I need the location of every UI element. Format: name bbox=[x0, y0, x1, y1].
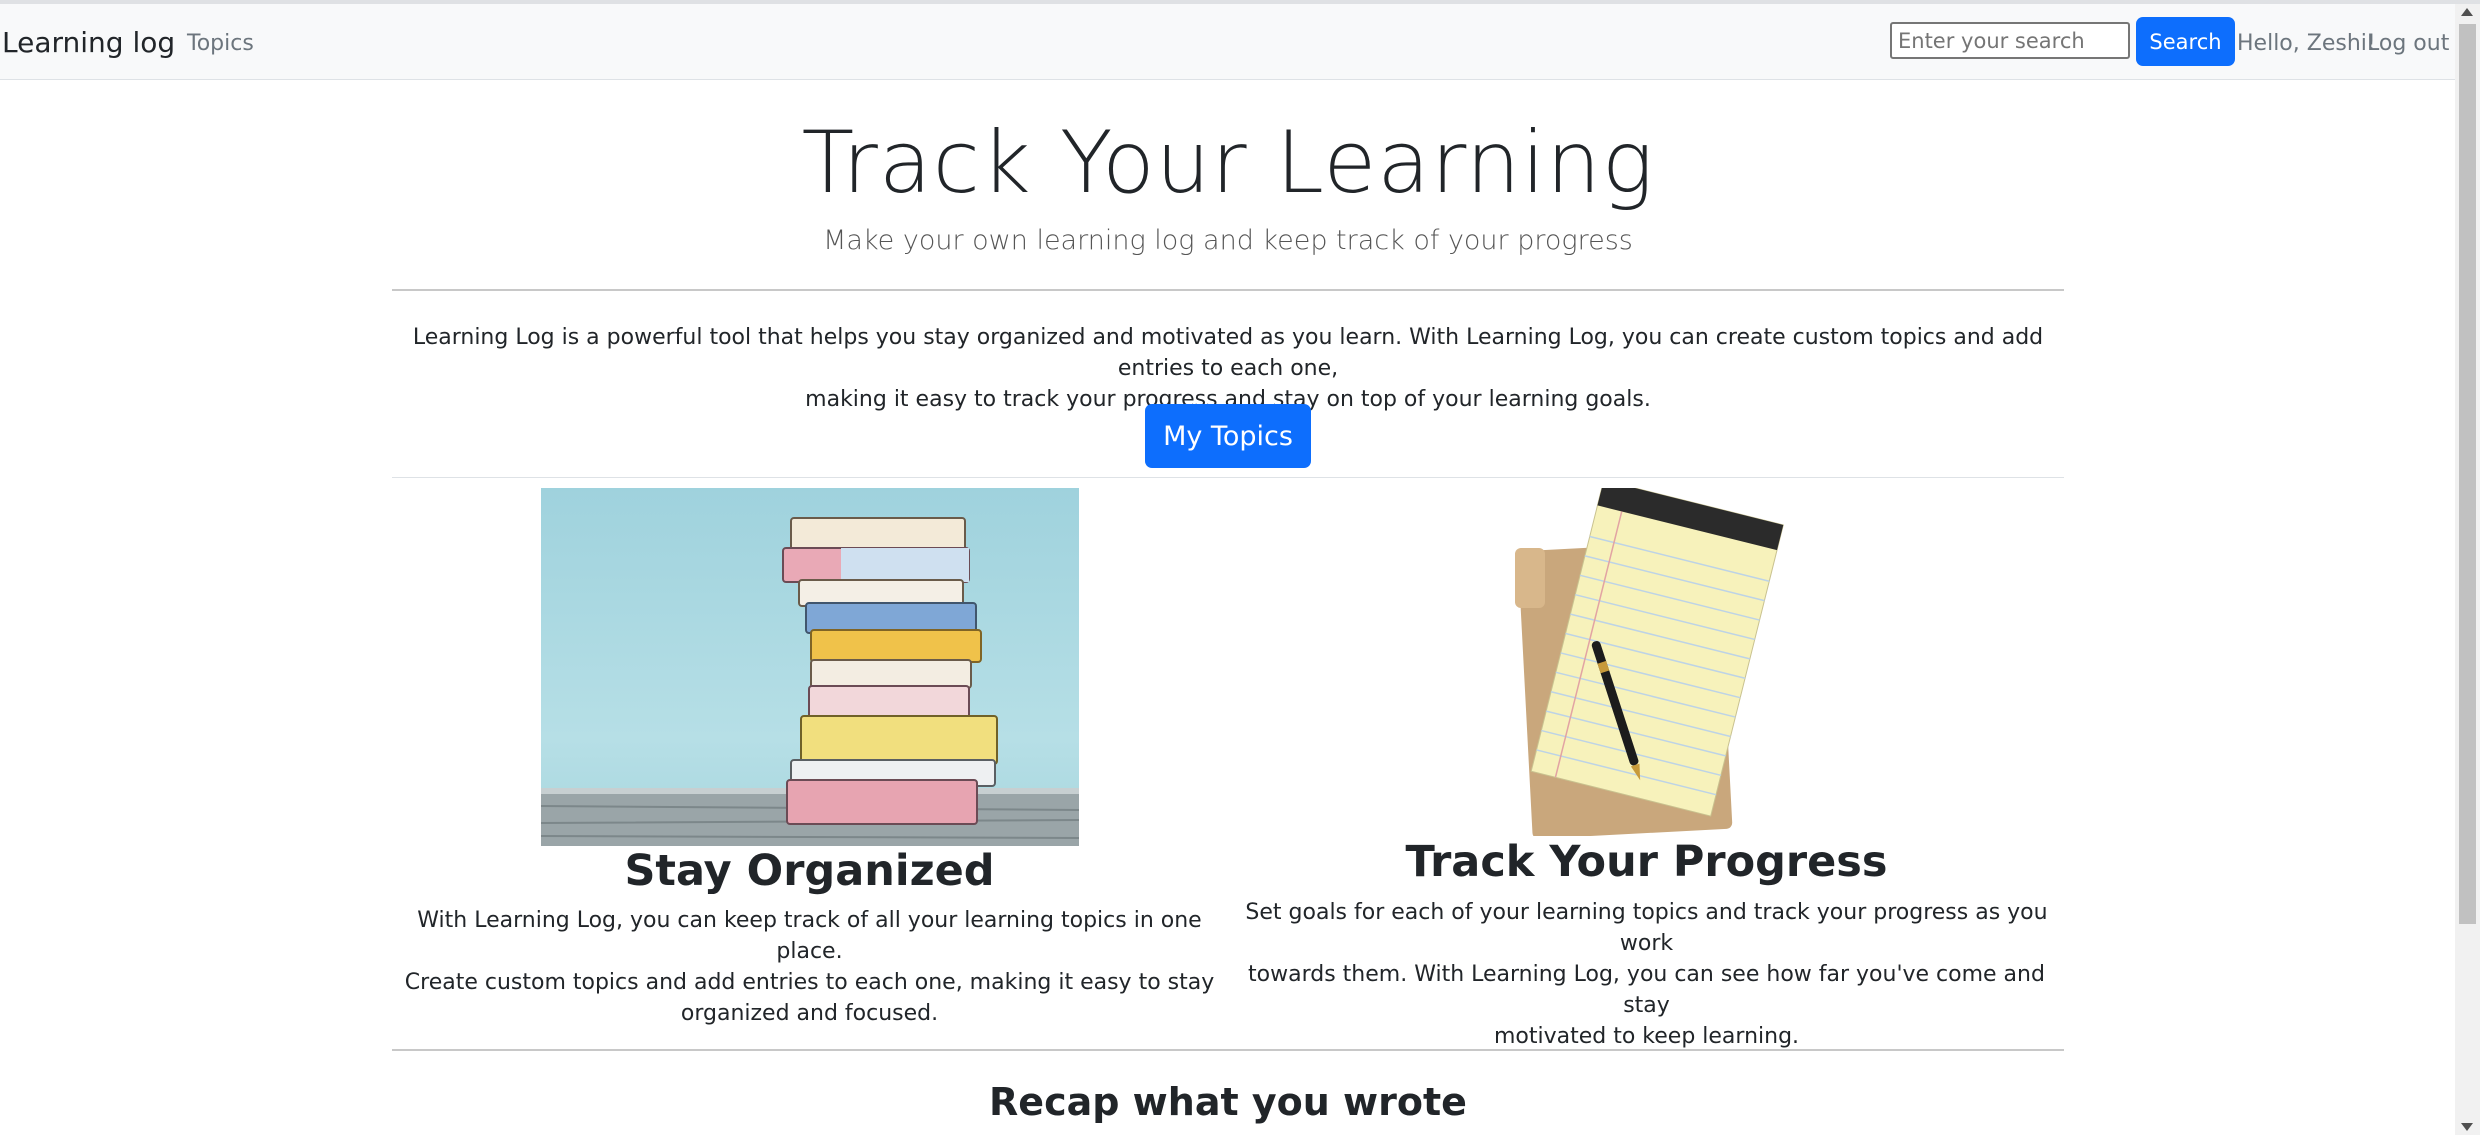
feature-text: With Learning Log, you can keep track of… bbox=[392, 905, 1227, 1029]
search-input[interactable] bbox=[1890, 22, 2130, 59]
scroll-down-arrow-icon[interactable] bbox=[2461, 1123, 2473, 1131]
divider bbox=[392, 1049, 2064, 1051]
logout-link[interactable]: Log out bbox=[2367, 31, 2449, 56]
scroll-up-arrow-icon[interactable] bbox=[2461, 8, 2473, 16]
feature-text-line: towards them. With Learning Log, you can… bbox=[1248, 962, 2045, 1018]
divider bbox=[392, 289, 2064, 291]
feature-text-line: organized and focused. bbox=[680, 1001, 939, 1026]
feature-text-line: motivated to keep learning. bbox=[1493, 1024, 1800, 1049]
hero-subtitle: Make your own learning log and keep trac… bbox=[823, 225, 1633, 256]
feature-text: Set goals for each of your learning topi… bbox=[1229, 897, 2064, 1052]
divider bbox=[392, 477, 2064, 478]
search-button[interactable]: Search bbox=[2136, 17, 2235, 66]
feature-title: Stay Organized bbox=[624, 846, 995, 896]
books-stack-illustration bbox=[541, 517, 1079, 846]
my-topics-button[interactable]: My Topics bbox=[1145, 404, 1311, 468]
vertical-scrollbar[interactable] bbox=[2455, 4, 2480, 1135]
scroll-thumb[interactable] bbox=[2459, 24, 2476, 924]
intro-text: Learning Log is a powerful tool that hel… bbox=[392, 322, 2064, 415]
recap-heading: Recap what you wrote bbox=[989, 1080, 1467, 1124]
feature-text-line: Set goals for each of your learning topi… bbox=[1245, 900, 2048, 956]
feature-title: Track Your Progress bbox=[1405, 837, 1888, 887]
books-stack-image bbox=[541, 488, 1079, 846]
nav-topics-link[interactable]: Topics bbox=[187, 31, 254, 56]
feature-text-line: Create custom topics and add entries to … bbox=[404, 970, 1215, 995]
brand-link[interactable]: Learning log bbox=[2, 26, 175, 59]
user-greeting: Hello, Zeshi! bbox=[2237, 31, 2376, 56]
notepad-image bbox=[1505, 488, 1787, 836]
notepad-pen-illustration bbox=[1515, 488, 1784, 836]
feature-text-line: With Learning Log, you can keep track of… bbox=[417, 908, 1202, 964]
navbar: Learning log Topics Search Hello, Zeshi!… bbox=[0, 4, 2455, 80]
intro-line: Learning Log is a powerful tool that hel… bbox=[412, 325, 2044, 381]
hero-title: Track Your Learning bbox=[801, 113, 1655, 213]
